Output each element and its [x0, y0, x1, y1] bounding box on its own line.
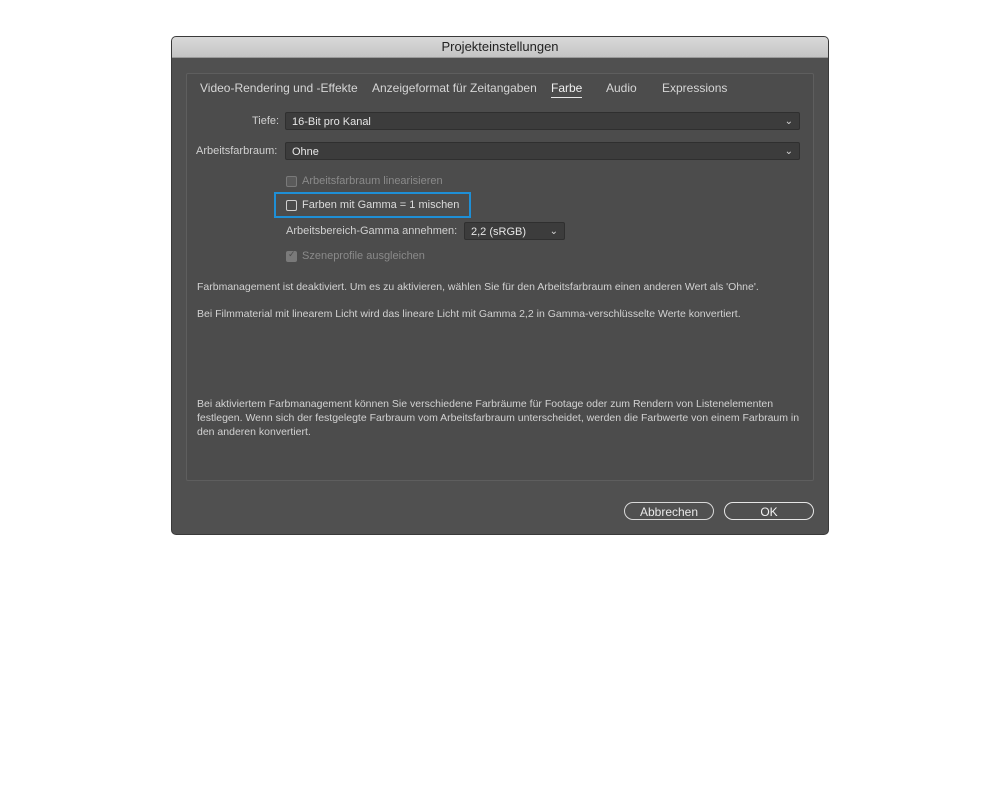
- tab-bar: Video-Rendering und -Effekte Anzeigeform…: [187, 74, 813, 104]
- scene-profiles-option: Szeneprofile ausgleichen: [286, 248, 425, 264]
- working-space-select[interactable]: Ohne ⌄: [285, 142, 800, 160]
- scene-profiles-label: Szeneprofile ausgleichen: [302, 250, 425, 262]
- chevron-down-icon: ⌄: [784, 146, 793, 157]
- info-text-2: Bei Filmmaterial mit linearem Licht wird…: [197, 308, 741, 320]
- ok-button[interactable]: OK: [724, 502, 814, 520]
- tab-color[interactable]: Farbe: [551, 81, 583, 98]
- tab-video-rendering[interactable]: Video-Rendering und -Effekte: [200, 81, 358, 95]
- gamma-label: Arbeitsbereich-Gamma annehmen:: [286, 225, 458, 237]
- depth-select[interactable]: 16-Bit pro Kanal ⌄: [285, 112, 800, 130]
- blend-gamma-label[interactable]: Farben mit Gamma = 1 mischen: [302, 199, 459, 211]
- working-space-value: Ohne: [292, 146, 319, 158]
- gamma-value: 2,2 (sRGB): [471, 226, 527, 238]
- blend-gamma-checkbox[interactable]: [286, 199, 297, 211]
- linearize-checkbox: [286, 175, 297, 187]
- blend-gamma-option[interactable]: Farben mit Gamma = 1 mischen: [286, 197, 459, 213]
- cancel-button[interactable]: Abbrechen: [624, 502, 714, 520]
- tab-time-display[interactable]: Anzeigeformat für Zeitangaben: [372, 81, 537, 95]
- chevron-down-icon: ⌄: [549, 226, 558, 237]
- tab-expressions[interactable]: Expressions: [662, 81, 727, 95]
- linearize-option: Arbeitsfarbraum linearisieren: [286, 173, 443, 189]
- chevron-down-icon: ⌄: [784, 116, 793, 127]
- linearize-label: Arbeitsfarbraum linearisieren: [302, 175, 443, 187]
- depth-value: 16-Bit pro Kanal: [292, 116, 371, 128]
- project-settings-dialog: Projekteinstellungen Video-Rendering und…: [172, 37, 828, 534]
- working-space-label: Arbeitsfarbraum:: [196, 145, 278, 157]
- gamma-select[interactable]: 2,2 (sRGB) ⌄: [464, 222, 565, 240]
- scene-profiles-checkbox: [286, 249, 297, 262]
- info-text-3: Bei aktiviertem Farbmanagement können Si…: [197, 398, 800, 438]
- tab-audio[interactable]: Audio: [606, 81, 637, 95]
- dialog-title: Projekteinstellungen: [172, 37, 828, 58]
- settings-panel: Video-Rendering und -Effekte Anzeigeform…: [186, 73, 814, 481]
- depth-label: Tiefe:: [252, 115, 280, 127]
- info-text-1: Farbmanagement ist deaktiviert. Um es zu…: [197, 281, 759, 293]
